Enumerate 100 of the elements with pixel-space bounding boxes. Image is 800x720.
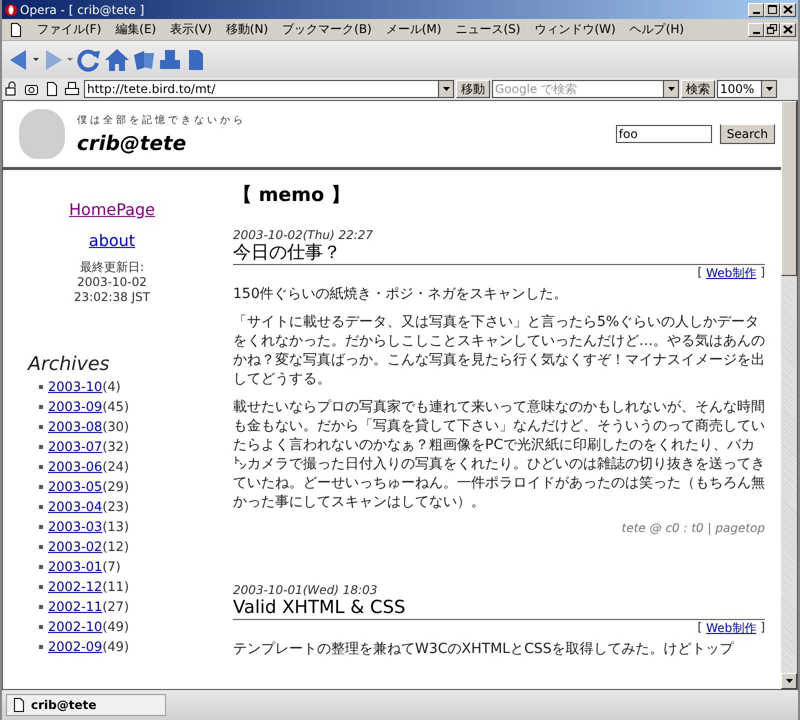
home-icon[interactable] xyxy=(104,46,130,72)
archive-count: (13) xyxy=(102,520,130,534)
minimize-button[interactable] xyxy=(748,2,764,16)
entry-paragraph: 「サイトに載せるデータ、又は写真を下さい」と言ったら5%ぐらいの人しかデータをくれなかった。だからしこしことスキャンしていったんだけど…。やる気はあんのかね？変な写真ばっか。こんな写真を見たら行く気なくすぞ！マイナスイメージを出してどうする。 xyxy=(233,313,765,389)
window-title: Opera - [ crib@tete ] xyxy=(20,2,144,16)
site-tagline: 僕は全部を記憶できないから xyxy=(77,114,246,127)
bullet-icon xyxy=(39,565,43,569)
archive-link[interactable]: 2003-05 xyxy=(48,480,102,494)
bullet-icon xyxy=(39,605,43,609)
menu-item[interactable]: ブックマーク(B) xyxy=(275,21,379,38)
scrollbar[interactable] xyxy=(781,101,797,689)
entry-paragraph: テンプレートの整理を兼ねてW3CのXHTMLとCSSを取得してみた。けどトップ xyxy=(233,640,735,659)
sidebar-link[interactable]: about xyxy=(88,231,136,250)
archive-link[interactable]: 2003-04 xyxy=(48,500,102,514)
archive-count: (23) xyxy=(102,500,130,514)
page-icon[interactable] xyxy=(44,81,60,97)
search-field[interactable]: Google で検索 xyxy=(492,80,664,98)
menu-item[interactable]: ニュース(S) xyxy=(448,21,528,38)
entry-date: 2003-10-02(Thu) 22:27 xyxy=(233,228,374,242)
close-button[interactable] xyxy=(780,2,796,16)
search-button[interactable]: 検索 xyxy=(681,80,715,98)
down-arrow-icon xyxy=(786,679,792,683)
close-button[interactable] xyxy=(780,22,796,36)
archive-count: (12) xyxy=(102,540,130,554)
bullet-icon xyxy=(39,445,43,449)
category-link[interactable]: Web制作 xyxy=(706,265,756,282)
archive-link[interactable]: 2003-09 xyxy=(48,400,102,414)
bracket: [ xyxy=(697,265,702,281)
bullet-icon xyxy=(39,465,43,469)
bullet-icon xyxy=(39,385,43,389)
archive-link[interactable]: 2003-06 xyxy=(48,460,102,474)
updated-label: 最終更新日: xyxy=(80,260,144,275)
scroll-down-button[interactable] xyxy=(781,673,797,689)
close-icon xyxy=(781,3,795,16)
archive-link[interactable]: 2003-10 xyxy=(48,380,102,394)
dropdown-arrow-icon xyxy=(766,87,772,91)
archive-count: (27) xyxy=(102,600,130,614)
opera-logo-icon xyxy=(4,2,18,16)
dropdown-button[interactable] xyxy=(664,80,679,98)
menu-item[interactable]: ヘルプ(H) xyxy=(622,21,692,38)
bullet-icon xyxy=(39,505,43,509)
menu-item[interactable]: ファイル(F) xyxy=(30,21,108,38)
zoom-field[interactable]: 100% xyxy=(717,80,762,98)
menu-item[interactable]: ウィンドウ(W) xyxy=(527,21,623,38)
section-heading: 【 memo 】 xyxy=(233,183,351,208)
page-icon xyxy=(10,22,22,36)
sidebar-link[interactable]: HomePage xyxy=(69,200,155,219)
entry-date: 2003-10-01(Wed) 18:03 xyxy=(233,583,378,597)
archive-link[interactable]: 2002-11 xyxy=(48,600,102,614)
bracket: ] xyxy=(760,265,765,281)
archive-link[interactable]: 2002-12 xyxy=(48,580,102,594)
bullet-icon xyxy=(39,625,43,629)
bullet-icon xyxy=(39,545,43,549)
restore-button[interactable] xyxy=(764,22,780,36)
bullet-icon xyxy=(39,585,43,589)
archive-link[interactable]: 2003-03 xyxy=(48,520,102,534)
reload-icon[interactable] xyxy=(76,46,102,72)
menu-item[interactable]: メール(M) xyxy=(378,21,448,38)
search-button[interactable]: Search xyxy=(720,124,775,144)
dropdown-button[interactable] xyxy=(439,80,454,98)
scroll-thumb[interactable] xyxy=(781,101,797,276)
archive-count: (29) xyxy=(102,480,130,494)
archive-link[interactable]: 2003-07 xyxy=(48,440,102,454)
minimize-button[interactable] xyxy=(748,22,764,36)
menu-item[interactable]: 編集(E) xyxy=(108,21,164,38)
entry-title: Valid XHTML & CSS xyxy=(233,597,765,620)
archive-link[interactable]: 2003-08 xyxy=(48,420,102,434)
archive-link[interactable]: 2002-10 xyxy=(48,620,102,634)
close-icon xyxy=(781,23,795,36)
page-icon xyxy=(13,698,25,712)
dropdown-button[interactable] xyxy=(762,80,777,98)
bullet-icon xyxy=(39,485,43,489)
entry-title: 今日の仕事？ xyxy=(233,242,765,265)
archive-link[interactable]: 2002-09 xyxy=(48,640,102,654)
bracket: ] xyxy=(760,620,765,636)
archives-heading: Archives xyxy=(28,353,110,375)
archive-link[interactable]: 2003-01 xyxy=(48,560,102,574)
menu-item[interactable]: 表示(V) xyxy=(163,21,219,38)
archive-count: (49) xyxy=(102,640,130,654)
entry-paragraph: 150件ぐらいの紙焼き・ポジ・ネガをスキャンした。 xyxy=(233,285,569,304)
archive-count: (24) xyxy=(102,460,130,474)
entry-footer: tete @ c0 : t0 | pagetop xyxy=(233,521,765,535)
archive-count: (49) xyxy=(102,620,130,634)
maximize-icon xyxy=(765,3,779,16)
bullet-icon xyxy=(39,425,43,429)
maximize-button[interactable] xyxy=(764,2,780,16)
search-field[interactable]: foo xyxy=(616,125,712,143)
printer-icon[interactable] xyxy=(64,81,80,97)
archive-count: (4) xyxy=(102,380,121,394)
bullet-icon xyxy=(39,525,43,529)
photo-placeholder xyxy=(19,109,65,159)
page-tab[interactable]: crib@tete xyxy=(6,694,166,716)
category-link[interactable]: Web制作 xyxy=(706,620,756,637)
archive-count: (11) xyxy=(102,580,130,594)
archive-link[interactable]: 2003-02 xyxy=(48,540,102,554)
archive-count: (30) xyxy=(102,420,130,434)
go-button[interactable]: 移動 xyxy=(456,80,490,98)
menu-item[interactable]: 移動(N) xyxy=(218,21,276,38)
address-field[interactable]: http://tete.bird.to/mt/ xyxy=(84,80,439,98)
bracket: [ xyxy=(697,620,702,636)
